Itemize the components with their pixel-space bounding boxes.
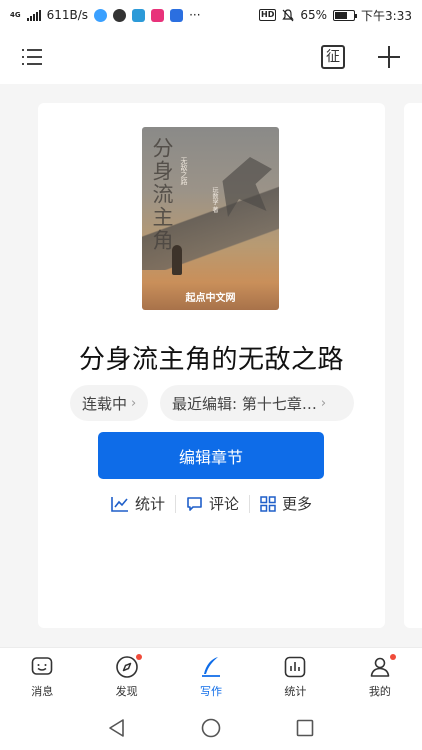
add-book-button[interactable] (374, 42, 404, 72)
recents-icon[interactable] (296, 719, 314, 737)
network-type: 4G (10, 10, 21, 19)
network-speed: 611B/s (46, 8, 89, 22)
comment-icon (187, 496, 202, 511)
hd-icon: HD (259, 9, 277, 21)
more-action[interactable]: 更多 (250, 493, 322, 514)
app-notification-icon (151, 8, 165, 22)
home-icon[interactable] (201, 718, 221, 738)
app-notification-icon (94, 8, 108, 22)
stats-action[interactable]: 统计 (101, 493, 175, 514)
stats-icon (285, 656, 306, 678)
book-actions: 统计 评论 更多 (38, 493, 385, 514)
chart-line-icon (111, 496, 128, 512)
message-icon (31, 657, 53, 675)
badge-dot (389, 654, 396, 660)
chevron-right-icon: › (131, 395, 137, 411)
more-action-label: 更多 (282, 495, 313, 513)
nav-discover-label: 发现 (115, 685, 138, 698)
battery-percent: 65% (300, 8, 328, 22)
recent-edit-chip[interactable]: 最近编辑: 第十七章… › (160, 385, 354, 421)
system-nav-bar (0, 706, 422, 750)
nav-write-label: 写作 (200, 685, 223, 698)
app-notification-icon (113, 8, 127, 22)
cover-subtitle: 无敌之路 (180, 157, 188, 185)
mute-bell-icon (282, 8, 295, 21)
app-notification-icon (132, 8, 146, 22)
stamp-label: 征 (321, 45, 345, 69)
bottom-nav: 消息 发现 写作 统计 我的 (0, 647, 422, 706)
cover-brand: 起点中文网 (185, 293, 236, 304)
more-notifications-icon: ··· (189, 8, 201, 22)
compass-icon (115, 656, 138, 678)
battery-icon (333, 9, 358, 21)
back-icon[interactable] (108, 718, 126, 738)
status-chip-label: 连载中 (82, 394, 128, 413)
badge-dot (136, 654, 143, 660)
comments-action[interactable]: 评论 (176, 493, 249, 514)
next-book-card-peek[interactable] (404, 103, 422, 628)
app-notification-icon (170, 8, 184, 22)
book-title: 分身流主角的无敌之路 (78, 345, 344, 375)
stats-action-label: 统计 (134, 495, 165, 513)
plus-icon (378, 46, 400, 68)
nav-profile-label: 我的 (368, 685, 391, 698)
chevron-right-icon: › (320, 395, 327, 411)
nav-messages[interactable]: 消息 (0, 648, 84, 706)
nav-stats[interactable]: 统计 (253, 648, 337, 706)
status-chip[interactable]: 连载中 › (70, 385, 149, 421)
clock: 下午3:33 (361, 8, 412, 23)
pen-icon (202, 657, 221, 677)
grid-icon (260, 495, 276, 512)
book-card: 分身流主角 无敌之路 玩数学 著 起点中文网 分身流主角的无敌之路 连载中 › … (38, 103, 385, 628)
list-menu-icon[interactable] (18, 42, 48, 72)
book-cover[interactable]: 分身流主角 无敌之路 玩数学 著 起点中文网 (142, 127, 279, 310)
comments-action-label: 评论 (208, 495, 239, 513)
nav-stats-label: 统计 (284, 685, 307, 698)
profile-icon (370, 657, 390, 677)
nav-write[interactable]: 写作 (169, 648, 253, 706)
nav-messages-label: 消息 (31, 685, 54, 698)
nav-profile[interactable]: 我的 (338, 648, 422, 706)
top-toolbar: 征 (0, 30, 422, 84)
edit-chapter-button[interactable]: 编辑章节 (98, 432, 324, 479)
cover-author: 玩数学 著 (211, 187, 218, 213)
nav-discover[interactable]: 发现 (84, 648, 168, 706)
cover-title-art: 分身流主角 (150, 137, 174, 252)
submission-stamp-button[interactable]: 征 (318, 42, 348, 72)
status-bar: 4G 611B/s ··· HD 65% 下午3:33 (0, 0, 422, 30)
signal-icon (26, 9, 41, 21)
recent-edit-label: 最近编辑: 第十七章… (172, 394, 317, 413)
